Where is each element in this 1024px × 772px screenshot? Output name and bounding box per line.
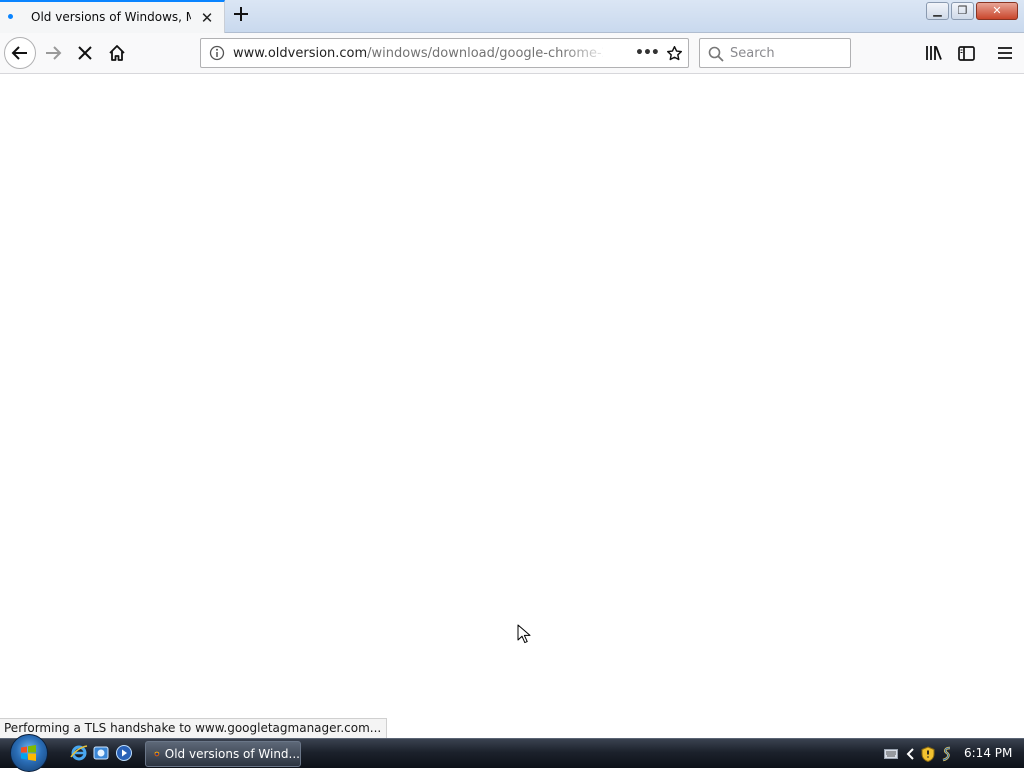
- minimize-button[interactable]: ▁: [926, 2, 949, 20]
- info-icon[interactable]: [209, 45, 225, 61]
- network-icon[interactable]: [939, 746, 955, 762]
- windows-logo-icon: [21, 745, 36, 761]
- windows-explorer-icon[interactable]: [92, 744, 110, 762]
- keyboard-icon[interactable]: [883, 746, 899, 762]
- url-host: www.oldversion.com: [233, 46, 368, 61]
- taskbar-window-button[interactable]: Old versions of Wind...: [145, 741, 301, 767]
- page-content: [0, 74, 1024, 738]
- window-controls: ▁ ❐ ✕: [926, 2, 1018, 20]
- security-shield-icon[interactable]: [920, 746, 936, 762]
- home-icon: [109, 45, 125, 61]
- navigation-toolbar: www.oldversion.com/windows/download/goog…: [0, 33, 1024, 74]
- new-tab-button[interactable]: [229, 4, 253, 28]
- search-input[interactable]: [730, 44, 845, 62]
- close-window-button[interactable]: ✕: [976, 2, 1018, 20]
- url-text[interactable]: www.oldversion.com/windows/download/goog…: [233, 46, 603, 61]
- start-button[interactable]: [10, 734, 48, 772]
- tab-strip: Old versions of Windows, Mac ✕ ▁ ❐ ✕: [0, 0, 1024, 33]
- search-icon: [708, 46, 724, 62]
- chevron-left-icon[interactable]: [903, 746, 919, 762]
- search-bar[interactable]: [699, 38, 851, 68]
- more-horizontal-icon[interactable]: •••: [635, 42, 660, 64]
- tab-title: Old versions of Windows, Mac: [31, 10, 191, 24]
- star-icon[interactable]: [663, 42, 685, 64]
- restore-button[interactable]: ❐: [951, 2, 974, 20]
- sidebar-icon: [957, 45, 975, 61]
- url-fade: [561, 41, 611, 65]
- taskbar-window-label: Old versions of Wind...: [164, 747, 300, 761]
- hamburger-menu-icon: [998, 47, 1012, 59]
- stop-icon: [78, 46, 92, 60]
- tab-loading-indicator: [8, 14, 13, 19]
- library-button[interactable]: [922, 41, 946, 65]
- restore-icon: ❐: [957, 4, 968, 17]
- menu-button[interactable]: [993, 41, 1017, 65]
- stop-button[interactable]: [73, 41, 97, 65]
- tab-active[interactable]: Old versions of Windows, Mac ✕: [0, 0, 225, 33]
- system-clock[interactable]: 6:14 PM: [964, 746, 1012, 760]
- url-bar[interactable]: www.oldversion.com/windows/download/goog…: [200, 38, 689, 68]
- taskbar: Old versions of Wind... 6:14 PM: [0, 734, 1024, 772]
- internet-explorer-icon[interactable]: [70, 744, 88, 762]
- mouse-cursor-icon: [517, 624, 531, 644]
- arrow-right-icon: [46, 46, 62, 60]
- forward-button[interactable]: [41, 41, 65, 65]
- firefox-icon: [154, 751, 160, 757]
- close-icon: ✕: [992, 4, 1002, 17]
- status-bar: Performing a TLS handshake to www.google…: [0, 718, 388, 738]
- home-button[interactable]: [105, 41, 129, 65]
- close-icon[interactable]: ✕: [198, 9, 216, 27]
- media-player-icon[interactable]: [115, 744, 133, 762]
- arrow-left-icon: [11, 46, 27, 60]
- sidebar-button[interactable]: [954, 41, 978, 65]
- back-button[interactable]: [4, 37, 36, 69]
- plus-icon: [234, 7, 248, 21]
- minimize-icon: ▁: [933, 4, 942, 17]
- library-icon: [926, 46, 942, 60]
